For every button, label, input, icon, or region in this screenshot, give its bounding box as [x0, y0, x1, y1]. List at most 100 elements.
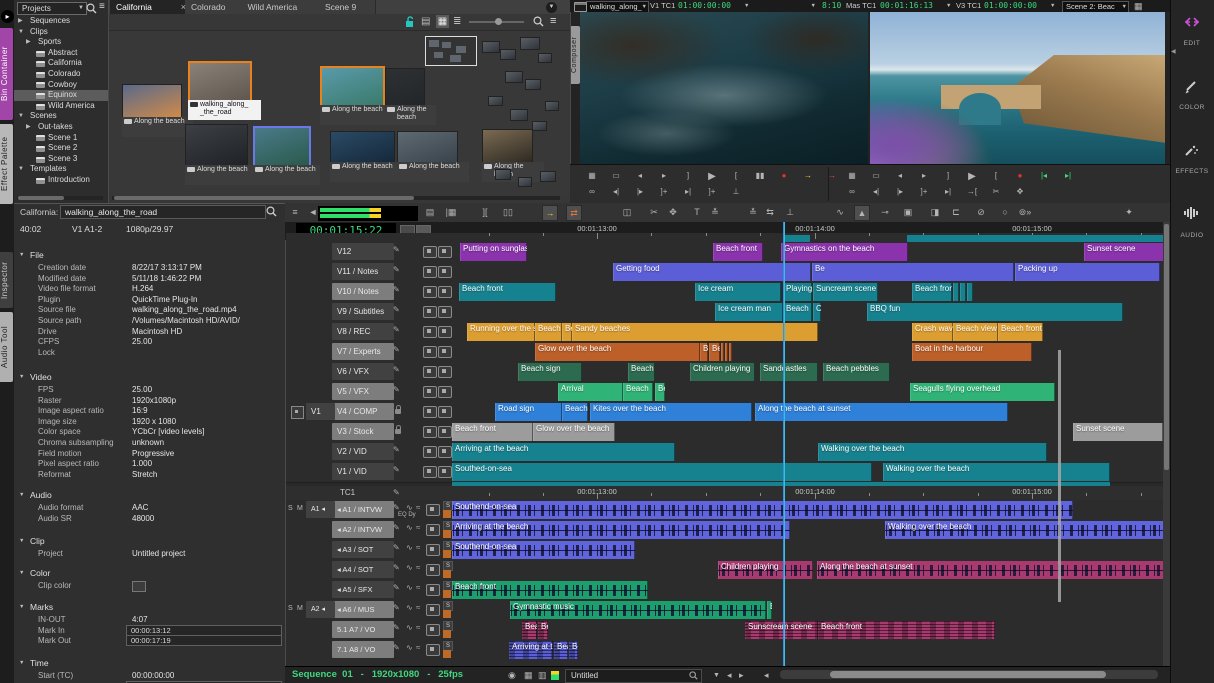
- tree-arrow-icon[interactable]: ▼: [18, 164, 24, 175]
- clip-beach[interactable]: Beach: [628, 363, 655, 381]
- record-monitor-toggle[interactable]: [423, 466, 437, 478]
- project-menu-icon[interactable]: ≡: [99, 2, 105, 12]
- timeline-tool-icon[interactable]: ≛: [746, 205, 760, 219]
- section-collapse-icon[interactable]: ▼: [19, 570, 24, 576]
- audio-clip-be[interactable]: Be: [569, 641, 578, 659]
- composer-clip-icon[interactable]: [574, 2, 587, 12]
- clip-bbq-fun[interactable]: BBQ fun: [867, 303, 1123, 321]
- timeline-tool-icon[interactable]: ⊚»: [1018, 205, 1032, 219]
- track-header-v12[interactable]: V12: [332, 243, 394, 260]
- tab-inspector[interactable]: Inspector: [0, 252, 13, 308]
- audio-clip-arriving-at-the-beach[interactable]: Arriving at the beach: [452, 521, 790, 539]
- clip-fragment[interactable]: [721, 343, 724, 361]
- transport-button[interactable]: ]+: [914, 187, 934, 196]
- clip-kites-over-the-beach[interactable]: Kites over the beach: [590, 403, 752, 421]
- inspector-row-input[interactable]: 00:00:17:19: [126, 635, 282, 646]
- transport-button[interactable]: ▦: [842, 171, 862, 180]
- timeline-tool-icon[interactable]: ◨: [928, 205, 942, 219]
- bin-mini-thumb[interactable]: [482, 41, 500, 53]
- record-monitor[interactable]: [870, 12, 1165, 164]
- timeline-tool-icon[interactable]: ⊘: [974, 205, 988, 219]
- clip-beach[interactable]: Beach: [783, 303, 812, 321]
- track-header-7-1-a8-vo[interactable]: 7.1 A8 / VO: [332, 641, 394, 658]
- audio-clip-arriving-at-the-be[interactable]: Arriving at the be: [509, 641, 553, 659]
- source-track-v1[interactable]: V1: [306, 403, 335, 420]
- timeline-tool-icon[interactable]: ≡: [288, 205, 302, 219]
- automation-icon[interactable]: ≈: [416, 543, 420, 552]
- timeline-tool-icon[interactable]: ▲: [854, 205, 870, 221]
- transport-button[interactable]: ●: [1010, 171, 1030, 180]
- clip-c[interactable]: C: [813, 303, 821, 321]
- audio-monitor-toggle[interactable]: [426, 604, 440, 616]
- clip-partial[interactable]: [783, 235, 810, 242]
- bin-mini-thumb[interactable]: [505, 71, 523, 83]
- waveform-toggle-icon[interactable]: ∿: [406, 583, 413, 592]
- source-monitor-toggle[interactable]: [438, 286, 452, 298]
- project-selector[interactable]: Projects ▼: [17, 2, 87, 15]
- pencil-icon[interactable]: ✎: [393, 285, 400, 294]
- transport-button[interactable]: ]: [938, 171, 958, 180]
- automation-icon[interactable]: ≈: [416, 623, 420, 632]
- timeline-tool-icon[interactable]: ⊥: [783, 205, 797, 219]
- clip-running-over-the-s[interactable]: Running over the s: [467, 323, 535, 341]
- transport-button[interactable]: ]+: [654, 187, 674, 196]
- record-monitor-toggle[interactable]: [423, 326, 437, 338]
- source-monitor-toggle[interactable]: [438, 306, 452, 318]
- clip-beach-front[interactable]: Beach front: [452, 423, 533, 441]
- record-monitor-toggle[interactable]: [423, 406, 437, 418]
- tree-item-cowboy[interactable]: Cowboy: [14, 80, 108, 91]
- timeline-view-dropdown[interactable]: Untitled: [565, 669, 702, 683]
- transport-button[interactable]: |◂: [1034, 171, 1054, 180]
- clip-be[interactable]: Be: [709, 343, 720, 361]
- record-monitor-toggle[interactable]: [423, 386, 437, 398]
- sidebar-item-edit[interactable]: EDIT: [1170, 10, 1214, 62]
- track-header-v3[interactable]: V3 / Stock: [332, 423, 394, 440]
- clip-sunset-scene[interactable]: Sunset scene: [1073, 423, 1163, 441]
- clip-color-swatch[interactable]: [132, 581, 146, 592]
- transport-button[interactable]: ▭: [866, 171, 886, 180]
- clip-partial[interactable]: [907, 235, 1165, 242]
- transport-button[interactable]: |▸: [630, 187, 650, 196]
- transport-button[interactable]: ▦: [582, 171, 602, 180]
- bin-clip-along[interactable]: Along the beach: [397, 131, 458, 181]
- audio-clip-southend-on-sea[interactable]: Southend-on-sea: [452, 541, 635, 559]
- track-header-v11[interactable]: V11 / Notes: [332, 263, 394, 280]
- audio-monitor-toggle[interactable]: [426, 564, 440, 576]
- clip-beach[interactable]: Beach: [535, 323, 562, 341]
- transport-button[interactable]: |▸: [890, 187, 910, 196]
- project-search-icon[interactable]: [86, 3, 97, 14]
- inspector-clip-name-input[interactable]: walking_along_the_road: [60, 205, 266, 219]
- pencil-icon[interactable]: ✎: [393, 305, 400, 314]
- record-monitor-toggle[interactable]: [423, 286, 437, 298]
- tab-bin-container[interactable]: Bin Container: [0, 28, 13, 120]
- source-monitor-toggle[interactable]: [438, 446, 452, 458]
- bin-mini-thumb[interactable]: [488, 96, 503, 106]
- record-monitor-toggle[interactable]: [423, 246, 437, 258]
- composer-grid-icon[interactable]: ▦: [1134, 1, 1143, 12]
- pencil-icon[interactable]: ✎: [393, 245, 400, 254]
- source-monitor-toggle[interactable]: [438, 366, 452, 378]
- bin-hscrollbar[interactable]: [112, 196, 560, 200]
- tree-item-templates[interactable]: ▼Templates: [14, 164, 108, 175]
- audio-monitor-toggle[interactable]: [426, 524, 440, 536]
- automation-icon[interactable]: ≈: [416, 603, 420, 612]
- section-collapse-icon[interactable]: ▼: [19, 660, 24, 666]
- clip-sunset-scene[interactable]: Sunset scene: [1084, 243, 1165, 261]
- transport-button[interactable]: ▭: [606, 171, 626, 180]
- bin-tab-wild-america[interactable]: Wild America: [242, 0, 325, 14]
- clip-getting-food[interactable]: Getting food: [613, 263, 811, 281]
- transport-button[interactable]: ◂: [890, 171, 910, 180]
- bin-mini-thumb[interactable]: [495, 169, 511, 180]
- clip-beach-pebbles[interactable]: Beach pebbles: [823, 363, 890, 381]
- tree-arrow-icon[interactable]: ▶: [18, 16, 23, 27]
- track-header-5-1-a7-vo[interactable]: 5.1 A7 / VO: [332, 621, 394, 638]
- clip-suncream-scene[interactable]: Suncream scene: [813, 283, 878, 301]
- track-header-v7[interactable]: V7 / Experts: [332, 343, 394, 360]
- clip-beach-front[interactable]: Beach front: [459, 283, 556, 301]
- pencil-icon[interactable]: ✎: [393, 365, 400, 374]
- transport-button[interactable]: ✥: [1010, 187, 1030, 196]
- bin-text-view-icon[interactable]: ▤: [421, 16, 430, 27]
- tree-item-scene-3[interactable]: Scene 3: [14, 154, 108, 165]
- pencil-icon[interactable]: ✎: [393, 523, 400, 532]
- sidebar-item-color[interactable]: COLOR: [1170, 74, 1214, 126]
